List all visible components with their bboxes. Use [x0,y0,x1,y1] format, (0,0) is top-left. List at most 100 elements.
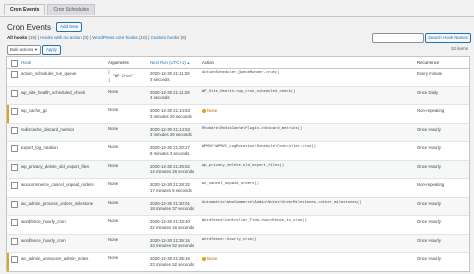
row-checkbox[interactable] [11,237,18,245]
column-action: Action [202,60,214,65]
action-value: Rhubarb\RedisCache\Plugin->discard_metri… [202,126,303,131]
filter-count: (10) [138,35,147,40]
hook-name[interactable]: rediscache_discard_metrics [21,127,74,133]
action-value: None [202,108,217,114]
warning-icon [202,108,206,113]
tab-cron-schedules[interactable]: Cron Schedules [47,4,96,15]
action-value: WP_Site_Health->wp_cron_scheduled_check(… [202,89,296,94]
recurrence-value: Non-repeating [417,182,445,187]
next-run-value: 2020-12-30 21:25:52 14 minutes 28 seconds [150,164,194,175]
row-checkbox[interactable] [11,256,18,263]
next-run-relative: 3 minutes 29 seconds [150,113,192,119]
chevron-down-icon: ▼ [34,47,38,52]
action-text: None [207,256,218,261]
hook-name[interactable]: wc_admin_process_orders_milestone [21,201,93,207]
column-next-run[interactable]: Next Run (UTC+1)▲ [150,60,190,67]
next-run-relative: 9 minutes 3 seconds [150,150,190,156]
hook-name[interactable]: action_scheduler_run_queue [21,71,76,77]
arguments-value: None [108,181,119,186]
row-checkbox[interactable] [11,89,18,97]
table-row: rediscache_discard_metrics None 2020-12-30… [7,123,469,142]
next-run-datetime: 2020-12-30 21:11:28 [150,71,190,76]
filter-separator: | [89,35,91,40]
action-value: WPMVC\WPMVC_LogRotation\Schedule\Control… [202,145,316,149]
select-all-checkbox[interactable] [11,60,18,67]
arguments-value: None [108,162,119,168]
filter-all-hooks[interactable]: All hooks [7,35,27,40]
action-value: Wordfence\Controller_Flow->wordfence_to_… [202,219,307,223]
hook-name[interactable]: wp_cache_gc [21,108,47,114]
filter-separator: | [148,35,150,40]
next-run-value: 2020-12-30 21:20:27 9 minutes 3 seconds [150,145,190,156]
search-hook-names-button[interactable]: Search Hook Names [425,33,471,43]
next-run-relative: 4 seconds [150,76,170,82]
action-value: wordfence::hourly_cron() [202,237,257,242]
search-input[interactable] [372,33,424,43]
arguments-value: None [108,255,119,260]
arguments-value: [ "WP Cron" ] [108,71,134,84]
column-next-run-label: Next Run (UTC+1) [150,60,186,65]
hook-name[interactable]: wp_site_health_scheduled_check [21,90,85,96]
next-run-datetime: 2020-12-30 21:28:32 [150,182,190,187]
next-run-datetime: 2020-12-30 21:14:53 [150,108,190,113]
filter-core-hooks[interactable]: WordPress core hooks [92,35,137,40]
next-run-datetime: 2020-12-30 21:33:40 [150,219,190,224]
filter-separator: | [37,35,39,40]
row-checkbox[interactable] [11,219,18,226]
hook-name[interactable]: wordfence_hourly_cron [21,219,66,225]
hook-name[interactable]: export_log_rotation [21,145,58,151]
next-run-value: 2020-12-30 21:33:40 22 minutes 16 seconds [150,219,194,230]
cron-events-table: Hook Arguments Next Run (UTC+1)▲ Action … [6,56,470,272]
add-new-button[interactable]: Add New [56,22,83,32]
bulk-actions-value: Bulk actions [10,47,34,52]
arguments-value: None [108,125,119,131]
row-checkbox[interactable] [11,182,18,189]
filter-no-action[interactable]: Hooks with no action [40,35,82,40]
row-checkbox[interactable] [11,145,18,152]
hook-name[interactable]: woocommerce_cancel_unpaid_orders [21,182,94,188]
row-checkbox[interactable] [11,200,18,208]
action-value: wp_privacy_delete_old_export_files() [202,163,285,168]
apply-button[interactable]: Apply [42,45,61,55]
tab-cron-events[interactable]: Cron Events [4,4,46,15]
action-text: None [207,108,218,113]
hook-name[interactable]: wc_admin_unsnooze_admin_notes [21,256,88,262]
next-run-relative: 22 minutes 16 seconds [150,224,195,230]
recurrence-value: Once Hourly [417,126,441,132]
hook-name[interactable]: wordfence_hourly_cron [21,238,66,244]
table-row: export_log_rotation None 2020-12-30 21:20:… [7,142,469,161]
tab-bar: Cron Events Cron Schedules [4,4,96,16]
table-row: woocommerce_cancel_unpaid_orders None 2020… [7,179,469,198]
column-hook[interactable]: Hook [21,60,31,66]
recurrence-value: Once Hourly [417,237,441,243]
next-run-relative: 4 seconds [150,95,170,100]
next-run-value: 2020-12-30 21:14:53 3 minutes 29 seconds [150,108,192,119]
row-checkbox[interactable] [11,108,18,115]
next-run-value: 2020-12-30 21:30:01 18 minutes 37 seconds [150,201,194,212]
filter-links: All hooks (16) | Hooks with no action (0… [7,35,186,40]
next-run-value: 2020-12-30 21:11:28 4 seconds [150,71,190,82]
table-row: wordfence_hourly_cron None 2020-12-30 21:3… [7,234,469,253]
next-run-relative: 17 minutes 8 seconds [150,187,192,193]
bulk-actions-select[interactable]: Bulk actions ▼ [7,45,41,55]
column-hook-label: Hook [21,60,32,65]
filter-custom-hooks[interactable]: Custom hooks [151,35,180,40]
recurrence-value: Once Hourly [417,219,441,224]
next-run-datetime: 2020-12-30 21:20:27 [150,145,190,150]
row-checkbox[interactable] [11,71,18,78]
column-arguments: Arguments [108,60,129,65]
next-run-value: 2020-12-30 21:35:16 23 minutes 52 seconds [150,256,194,267]
recurrence-value: Once Hourly [417,163,441,169]
action-value: Automattic\WooCommerce\Admin\Notes\Order… [202,200,362,205]
table-row: wp_site_health_scheduled_check None 2020-1… [7,86,469,105]
row-checkbox[interactable] [11,163,18,171]
recurrence-value: Every minute [417,71,443,76]
arguments-value: None [108,199,119,205]
row-checkbox[interactable] [11,126,18,134]
table-row: wordfence_hourly_cron None 2020-12-30 21:3… [7,216,469,235]
warning-icon [202,256,206,261]
table-row: wp_cache_gc None 2020-12-30 21:14:53 3 minu… [7,105,469,124]
hook-name[interactable]: wp_privacy_delete_old_export_files [21,164,89,170]
sort-arrow-icon: ▲ [186,61,191,65]
table-row: wc_admin_process_orders_milestone None 202… [7,197,469,216]
